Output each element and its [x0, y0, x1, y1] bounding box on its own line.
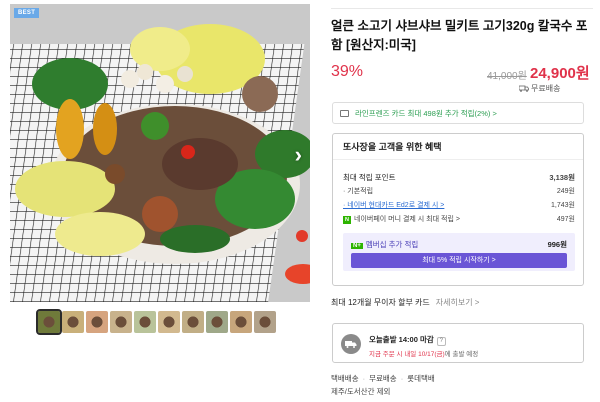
membership-start-button[interactable]: 최대 5% 적립 시작하기 > [351, 253, 567, 268]
delivery-cutoff-text: 오늘출발 14:00 마감 [369, 335, 434, 344]
pay-points-row[interactable]: N 네이버페이 머니 결제 시 최대 적립 > 497원 [343, 214, 575, 224]
naverpay-icon: N [343, 216, 351, 224]
thumbnail-8[interactable] [206, 311, 228, 333]
delivery-cutoff: 오늘출발 14:00 마감? [369, 334, 446, 346]
help-icon[interactable]: ? [436, 337, 446, 346]
card-points-value: 1,743원 [551, 202, 575, 209]
delivery-estimate-date: 지금 주문 시 내일 10/17(금) [369, 351, 445, 358]
next-image-arrow-icon[interactable]: › [295, 144, 302, 166]
top-divider [331, 8, 593, 9]
shipping-info: 무료배송 [519, 83, 560, 94]
installment-more-link[interactable]: 자세히보기 > [436, 298, 480, 307]
installment-label: 최대 12개월 무이자 할부 카드 [331, 298, 430, 307]
card-promo-link[interactable]: 라인프렌즈 카드 최대 498원 추가 적립(2%) > [332, 102, 584, 124]
card-points-link[interactable]: · 네이버 현대카드 Ed2로 결제 시 > [343, 200, 444, 210]
product-title: 얼큰 소고기 샤브샤브 밀키트 고기320g 칼국수 포함 [원산지:미국] [331, 19, 588, 52]
thumbnail-4[interactable] [110, 311, 132, 333]
membership-label: 멤버십 추가 적립 [365, 240, 419, 249]
discount-rate: 39% [331, 63, 364, 80]
thumbnail-strip [36, 309, 276, 335]
best-badge: BEST [14, 8, 40, 18]
thumbnail-9[interactable] [230, 311, 252, 333]
pay-points-value: 497원 [556, 216, 575, 223]
shipping-label: 무료배송 [531, 84, 561, 93]
delivery-box: 오늘출발 14:00 마감? 지금 주문 시 내일 10/17(금)에 출발 예… [332, 323, 584, 363]
benefit-box: 또사장을 고객을 위한 혜택 최대 적립 포인트 3,138원 · 기본적립 2… [332, 133, 584, 286]
max-points-row: 최대 적립 포인트 3,138원 [343, 172, 575, 183]
delivery-method-parcel: 택배배송 [331, 374, 359, 383]
truck-icon [519, 85, 529, 92]
delivery-truck-icon [341, 334, 361, 354]
thumbnail-3[interactable] [86, 311, 108, 333]
hotpot-photo [10, 4, 310, 302]
benefit-heading: 또사장을 고객을 위한 혜택 [333, 134, 583, 160]
membership-value: 996원 [547, 240, 567, 249]
delivery-method-row: 택배배송 · 무료배송 · 롯데택배 [331, 374, 435, 383]
thumbnail-2[interactable] [62, 311, 84, 333]
thumbnail-1[interactable] [36, 309, 62, 335]
max-points-value: 3,138원 [549, 173, 575, 182]
thumbnail-6[interactable] [158, 311, 180, 333]
membership-row: N+ 멤버십 추가 적립 996원 [351, 239, 567, 250]
delivery-exclusion-note: 제주/도서산간 제외 [331, 387, 391, 396]
installment-row: 최대 12개월 무이자 할부 카드 자세히보기 > [331, 297, 479, 308]
basic-points-row: · 기본적립 249원 [343, 186, 575, 196]
basic-points-label: · 기본적립 [343, 188, 374, 195]
thumbnail-5[interactable] [134, 311, 156, 333]
thumbnail-10[interactable] [254, 311, 276, 333]
max-points-label: 최대 적립 포인트 [343, 173, 396, 182]
pay-points-label[interactable]: 네이버페이 머니 결제 시 최대 적립 > [354, 216, 460, 223]
membership-box: N+ 멤버십 추가 적립 996원 최대 5% 적립 시작하기 > [343, 233, 575, 271]
original-price: 41,000원 [487, 71, 527, 82]
delivery-estimate: 지금 주문 시 내일 10/17(금)에 출발 예정 [369, 348, 478, 358]
delivery-estimate-suffix: 에 출발 예정 [444, 351, 479, 358]
card-points-row[interactable]: · 네이버 현대카드 Ed2로 결제 시 > 1,743원 [343, 200, 575, 210]
card-promo-text: 라인프렌즈 카드 최대 498원 추가 적립(2%) > [355, 108, 497, 118]
delivery-method-courier: 롯데택배 [407, 374, 435, 383]
product-main-image[interactable]: BEST › [10, 4, 310, 302]
membership-n-icon: N+ [351, 243, 363, 249]
thumbnail-7[interactable] [182, 311, 204, 333]
delivery-method-free: 무료배송 [369, 374, 397, 383]
basic-points-value: 249원 [556, 188, 575, 195]
credit-card-icon [340, 109, 349, 117]
sale-price: 24,900원 [530, 65, 590, 82]
